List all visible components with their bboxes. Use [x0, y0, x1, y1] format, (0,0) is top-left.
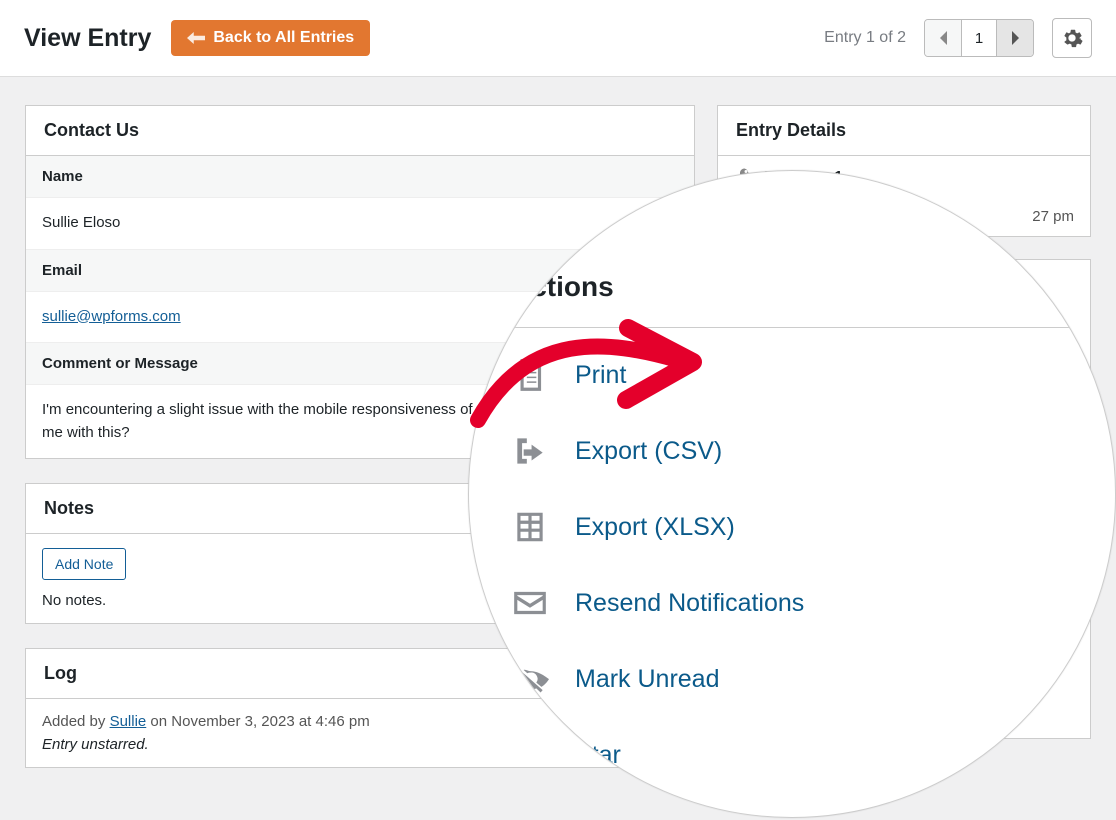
- chevron-right-icon: [1011, 31, 1020, 45]
- log-body: Added by Sullie on November 3, 2023 at 4…: [26, 699, 694, 767]
- entry-fields-box: Contact Us Name Sullie Eloso Email sulli…: [25, 105, 695, 459]
- page-header: View Entry Back to All Entries Entry 1 o…: [0, 0, 1116, 77]
- log-added-by-prefix: Added by: [42, 713, 110, 730]
- header-right: Entry 1 of 2 1: [824, 18, 1092, 58]
- calendar-icon: [734, 207, 752, 225]
- current-entry-number: 1: [961, 20, 997, 56]
- entry-position: Entry 1 of 2: [824, 29, 906, 47]
- settings-button[interactable]: [1052, 18, 1092, 58]
- prev-entry-button[interactable]: [925, 20, 961, 56]
- notes-box: Notes Add Note No notes.: [25, 483, 695, 624]
- field-value-email: sullie@wpforms.com: [26, 292, 694, 344]
- content-area: Contact Us Name Sullie Eloso Email sulli…: [0, 77, 1116, 796]
- field-label-email: Email: [26, 250, 694, 292]
- add-note-button[interactable]: Add Note: [42, 548, 126, 580]
- log-meta: Added by Sullie on November 3, 2023 at 4…: [42, 713, 678, 730]
- field-label-name: Name: [26, 156, 694, 198]
- actions-box: [717, 259, 1091, 739]
- next-entry-button[interactable]: [997, 20, 1033, 56]
- arrow-left-icon: [187, 31, 205, 45]
- back-button-label: Back to All Entries: [213, 29, 354, 47]
- notes-empty-text: No notes.: [42, 592, 678, 609]
- back-to-entries-button[interactable]: Back to All Entries: [171, 20, 370, 56]
- log-box: Log Added by Sullie on November 3, 2023 …: [25, 648, 695, 768]
- entry-id-value: 1: [834, 168, 842, 185]
- log-title: Log: [26, 649, 694, 699]
- chevron-left-icon: [939, 31, 948, 45]
- entry-pagination: 1: [924, 19, 1034, 57]
- entry-date-partial: 27 pm: [1032, 208, 1074, 225]
- action-delete-entry[interactable]: Delete Entry: [511, 812, 1115, 818]
- notes-body: Add Note No notes.: [26, 534, 694, 623]
- log-user-link[interactable]: Sullie: [110, 713, 147, 730]
- log-added-by-suffix: on November 3, 2023 at 4:46 pm: [146, 713, 369, 730]
- trash-icon: [511, 812, 549, 818]
- form-title: Contact Us: [26, 106, 694, 156]
- field-label-message: Comment or Message: [26, 343, 694, 385]
- right-column: Entry Details Entry ID: 1 27 pm: [717, 105, 1091, 768]
- key-icon: [734, 167, 752, 185]
- entry-id-row: Entry ID: 1: [718, 156, 1090, 196]
- log-message: Entry unstarred.: [42, 736, 678, 753]
- page-title: View Entry: [24, 24, 151, 53]
- left-column: Contact Us Name Sullie Eloso Email sulli…: [25, 105, 695, 768]
- entry-details-title: Entry Details: [718, 106, 1090, 156]
- entry-id-label: Entry ID:: [764, 168, 822, 185]
- action-delete-label: Delete Entry: [575, 817, 713, 819]
- email-link[interactable]: sullie@wpforms.com: [42, 308, 181, 325]
- field-value-name: Sullie Eloso: [26, 198, 694, 250]
- gear-icon: [1061, 27, 1083, 49]
- entry-details-box: Entry Details Entry ID: 1 27 pm: [717, 105, 1091, 237]
- notes-title: Notes: [26, 484, 694, 534]
- entry-date-row: 27 pm: [718, 196, 1090, 236]
- header-left: View Entry Back to All Entries: [24, 20, 370, 56]
- field-value-message: I'm encountering a slight issue with the…: [26, 385, 694, 458]
